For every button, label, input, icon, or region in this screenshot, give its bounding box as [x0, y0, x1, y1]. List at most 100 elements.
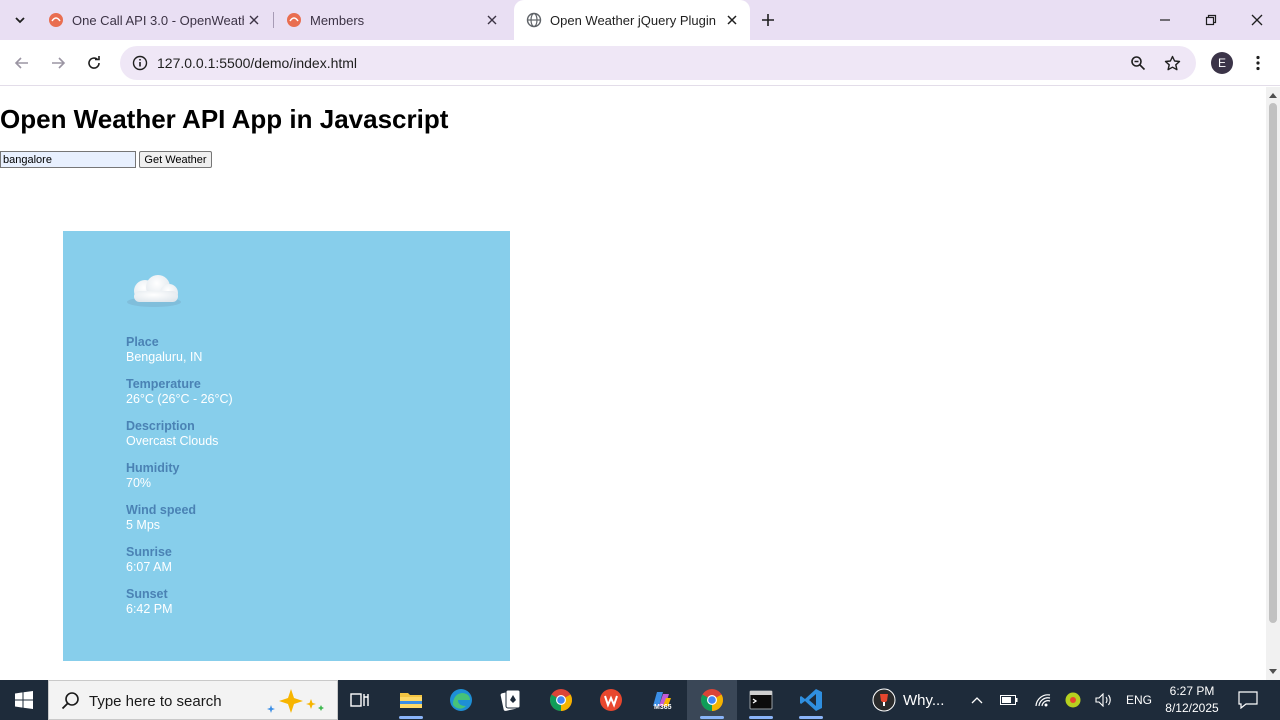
field-sunset: Sunset 6:42 PM [126, 587, 173, 617]
edge-icon [450, 689, 472, 711]
chevron-up-icon [971, 697, 983, 704]
browser-menu-button[interactable] [1245, 49, 1271, 77]
browser-tab-strip: One Call API 3.0 - OpenWeather Members O… [0, 0, 1280, 40]
minimize-icon [1160, 19, 1170, 21]
wifi-icon [1035, 694, 1051, 707]
chrome-profile-button[interactable] [687, 680, 737, 720]
field-sunrise: Sunrise 6:07 AM [126, 545, 172, 575]
zoom-icon[interactable] [1126, 51, 1150, 75]
m365-button[interactable]: M365 [636, 680, 686, 720]
restore-icon [1205, 14, 1217, 26]
clock-date: 8/12/2025 [1165, 701, 1219, 715]
terminal-button[interactable] [736, 680, 786, 720]
bookmark-star-icon[interactable] [1160, 51, 1184, 75]
field-value: 26°C (26°C - 26°C) [126, 392, 233, 406]
site-info-icon[interactable] [128, 51, 152, 75]
scrollbar-thumb[interactable] [1269, 103, 1277, 623]
close-window-button[interactable] [1234, 0, 1280, 40]
plus-icon [762, 14, 774, 26]
task-view-button[interactable] [335, 680, 385, 720]
tab-open-weather-plugin[interactable]: Open Weather jQuery Plugin [514, 0, 750, 40]
field-value: 5 Mps [126, 518, 161, 532]
wps-icon [600, 689, 622, 711]
running-indicator [749, 716, 773, 719]
scroll-up-icon[interactable] [1268, 90, 1278, 100]
close-icon[interactable] [722, 10, 742, 30]
field-label: Sunset [126, 587, 168, 601]
search-icon [61, 692, 79, 710]
page-scrollbar[interactable] [1266, 87, 1280, 680]
arrow-right-icon [52, 57, 66, 69]
page-title: Open Weather API App in Javascript [0, 104, 449, 134]
url-text: 127.0.0.1:5500/demo/index.html [157, 55, 358, 71]
reload-button[interactable] [80, 49, 108, 77]
windows-taskbar: Type here to search M365 Why... ENG 6:27… [0, 680, 1280, 720]
restore-button[interactable] [1188, 0, 1234, 40]
tab-search-button[interactable] [6, 6, 34, 34]
globe-icon [526, 12, 542, 28]
show-hidden-icons[interactable] [966, 680, 988, 720]
solitaire-button[interactable] [486, 680, 536, 720]
close-icon[interactable] [244, 10, 264, 30]
chrome-icon [550, 689, 572, 711]
minimize-button[interactable] [1142, 0, 1188, 40]
new-tab-button[interactable] [756, 8, 780, 32]
browser-toolbar: 127.0.0.1:5500/demo/index.html E [0, 40, 1280, 86]
folder-icon [400, 693, 422, 708]
notification-center-button[interactable] [1228, 680, 1268, 720]
field-wind-speed: Wind speed 5 Mps [126, 503, 196, 533]
running-indicator [399, 716, 423, 719]
chrome-button[interactable] [536, 680, 586, 720]
field-value: 6:07 AM [126, 560, 172, 574]
wifi-tray[interactable] [1030, 680, 1056, 720]
close-icon [1251, 14, 1263, 26]
get-weather-button[interactable]: Get Weather [139, 151, 212, 168]
field-label: Wind speed [126, 503, 197, 517]
status-icon [1065, 692, 1081, 708]
profile-avatar[interactable]: E [1211, 52, 1233, 74]
taskbar-search-box[interactable]: Type here to search [48, 680, 338, 720]
field-label: Description [126, 419, 195, 433]
openweather-icon [287, 13, 301, 27]
tab-members[interactable]: Members [274, 0, 510, 40]
page-viewport: Open Weather API App in Javascript Get W… [0, 87, 1266, 680]
running-indicator [799, 716, 823, 719]
address-bar[interactable]: 127.0.0.1:5500/demo/index.html [120, 46, 1196, 80]
field-temperature: Temperature 26°C (26°C - 26°C) [126, 377, 233, 407]
field-value: Overcast Clouds [126, 434, 219, 448]
app-tray[interactable] [1062, 680, 1084, 720]
arrow-left-icon [14, 57, 28, 69]
chevron-down-icon [15, 17, 25, 24]
volume-tray[interactable] [1092, 680, 1116, 720]
field-value: Bengaluru, IN [126, 350, 203, 364]
media-widget[interactable]: Why... [866, 680, 950, 720]
close-icon[interactable] [482, 10, 502, 30]
tab-title: Members [310, 12, 365, 28]
battery-tray[interactable] [996, 680, 1022, 720]
tab-title: One Call API 3.0 - OpenWeather [72, 12, 244, 28]
cards-icon [500, 689, 521, 711]
language-indicator[interactable]: ENG [1122, 680, 1156, 720]
sparkle-icon [267, 689, 324, 713]
taskbar-clock[interactable]: 6:27 PM 8/12/2025 [1160, 683, 1224, 717]
back-button[interactable] [8, 49, 36, 77]
chrome-icon [701, 689, 723, 711]
media-widget-text: Why... [903, 692, 945, 709]
file-explorer-button[interactable] [386, 680, 436, 720]
search-placeholder: Type here to search [89, 693, 222, 710]
field-place: Place Bengaluru, IN [126, 335, 202, 365]
scroll-down-icon[interactable] [1268, 667, 1278, 677]
vscode-button[interactable] [786, 680, 836, 720]
forward-button[interactable] [44, 49, 72, 77]
city-input[interactable] [0, 151, 136, 168]
field-description: Description Overcast Clouds [126, 419, 218, 449]
battery-icon [1000, 695, 1018, 705]
openweather-icon [49, 13, 63, 27]
tab-one-call-api[interactable]: One Call API 3.0 - OpenWeather [36, 0, 272, 40]
task-view-icon [350, 693, 369, 707]
field-label: Humidity [126, 461, 180, 475]
edge-button[interactable] [436, 680, 486, 720]
start-button[interactable] [0, 680, 48, 720]
wps-button[interactable] [586, 680, 636, 720]
clock-time: 6:27 PM [1169, 684, 1215, 698]
